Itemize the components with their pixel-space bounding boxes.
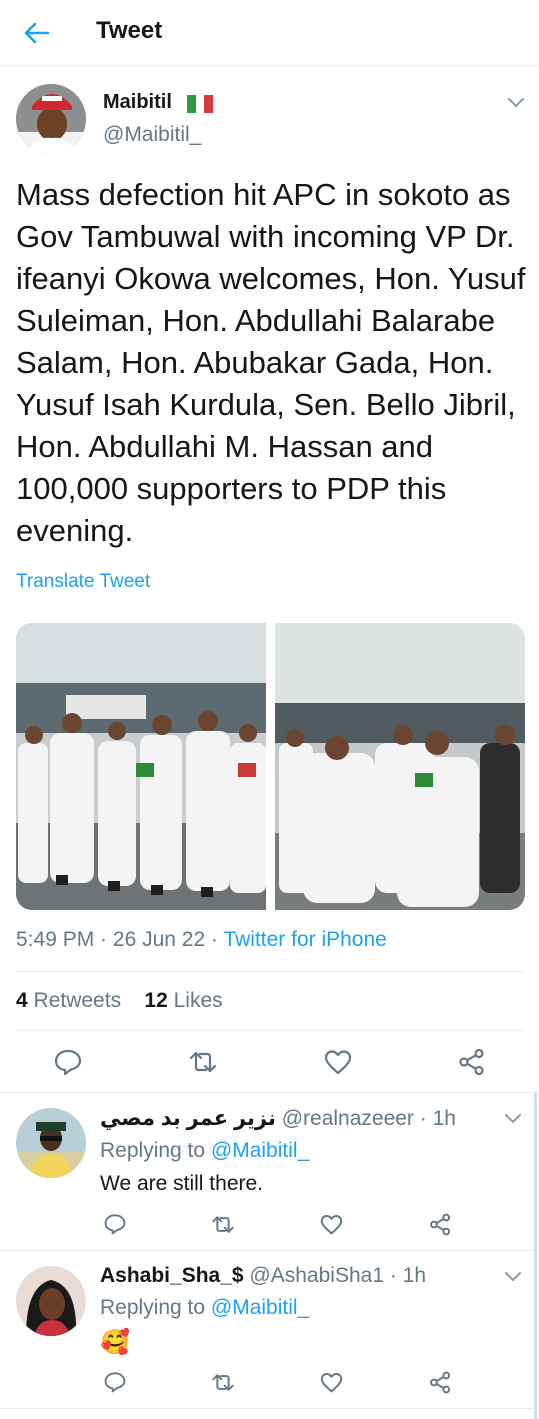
reply-avatar[interactable] bbox=[16, 1108, 86, 1178]
replying-to: Replying to @Maibitil_ bbox=[100, 1139, 310, 1162]
retweet-icon[interactable] bbox=[210, 1372, 236, 1393]
divider bbox=[0, 1092, 539, 1093]
author-handle[interactable]: @Maibitil_ bbox=[103, 123, 201, 147]
tweet-stats: 4 Retweets 12 Likes bbox=[16, 989, 223, 1013]
tweet-photo-2[interactable] bbox=[275, 623, 525, 910]
divider bbox=[16, 971, 523, 972]
chevron-down-icon[interactable] bbox=[503, 1270, 523, 1284]
italy-flag-icon bbox=[187, 95, 214, 113]
retweet-icon[interactable] bbox=[187, 1049, 219, 1075]
author-name[interactable]: Maibitil bbox=[103, 91, 172, 114]
replying-to-mention[interactable]: @Maibitil_ bbox=[211, 1296, 309, 1319]
page-title: Tweet bbox=[96, 17, 163, 44]
reply-icon[interactable] bbox=[53, 1048, 83, 1076]
reply-author-name[interactable]: Ashabi_Sha_$ bbox=[100, 1264, 244, 1287]
reply-header: Ashabi_Sha_$ @AshabiSha1 · 1h bbox=[100, 1264, 427, 1287]
reply-avatar[interactable] bbox=[16, 1266, 86, 1336]
like-icon[interactable] bbox=[320, 1214, 343, 1235]
divider bbox=[0, 1250, 534, 1251]
like-icon[interactable] bbox=[324, 1049, 352, 1075]
share-icon[interactable] bbox=[429, 1213, 452, 1236]
replying-to: Replying to @Maibitil_ bbox=[100, 1296, 310, 1319]
arrow-left-icon[interactable] bbox=[20, 16, 54, 50]
author-avatar[interactable] bbox=[16, 84, 86, 154]
reply-icon[interactable] bbox=[103, 1371, 127, 1393]
reply-text: We are still there. bbox=[100, 1172, 264, 1195]
tweet-timestamp: 5:49 PM · 26 Jun 22 · Twitter for iPhone bbox=[16, 928, 387, 951]
divider bbox=[16, 1030, 523, 1031]
thread-scroll-indicator bbox=[534, 1092, 537, 1419]
likes-stat[interactable]: 12 Likes bbox=[144, 989, 222, 1012]
tweet-date: 26 Jun 22 bbox=[112, 928, 206, 951]
translate-tweet-link[interactable]: Translate Tweet bbox=[16, 571, 150, 593]
replying-to-mention[interactable]: @Maibitil_ bbox=[211, 1139, 309, 1162]
chevron-down-icon[interactable] bbox=[506, 96, 526, 110]
like-icon[interactable] bbox=[320, 1372, 343, 1393]
tweet-text: Mass defection hit APC in sokoto as Gov … bbox=[16, 177, 526, 548]
tweet-source-link[interactable]: Twitter for iPhone bbox=[223, 928, 386, 951]
reply-author-handle[interactable]: @AshabiSha1 bbox=[249, 1264, 384, 1287]
reply-time: 1h bbox=[402, 1264, 427, 1287]
reply-author-name[interactable]: نزير عمر بد مصي bbox=[100, 1107, 276, 1130]
reply-icon[interactable] bbox=[103, 1213, 127, 1235]
reply-header: نزير عمر بد مصي @realnazeeer · 1h bbox=[100, 1107, 456, 1130]
tweet-time: 5:49 PM bbox=[16, 928, 95, 951]
tweet-photo-1[interactable] bbox=[16, 623, 266, 910]
retweets-stat[interactable]: 4 Retweets bbox=[16, 989, 121, 1012]
reply-time: 1h bbox=[432, 1107, 456, 1130]
chevron-down-icon[interactable] bbox=[503, 1112, 523, 1126]
share-icon[interactable] bbox=[429, 1371, 452, 1394]
divider bbox=[0, 1408, 534, 1409]
top-bar: Tweet bbox=[0, 0, 539, 66]
share-icon[interactable] bbox=[458, 1048, 486, 1076]
reply-text: 🥰 bbox=[100, 1329, 130, 1356]
reply-author-handle[interactable]: @realnazeeer bbox=[282, 1107, 414, 1130]
retweet-icon[interactable] bbox=[210, 1214, 236, 1235]
